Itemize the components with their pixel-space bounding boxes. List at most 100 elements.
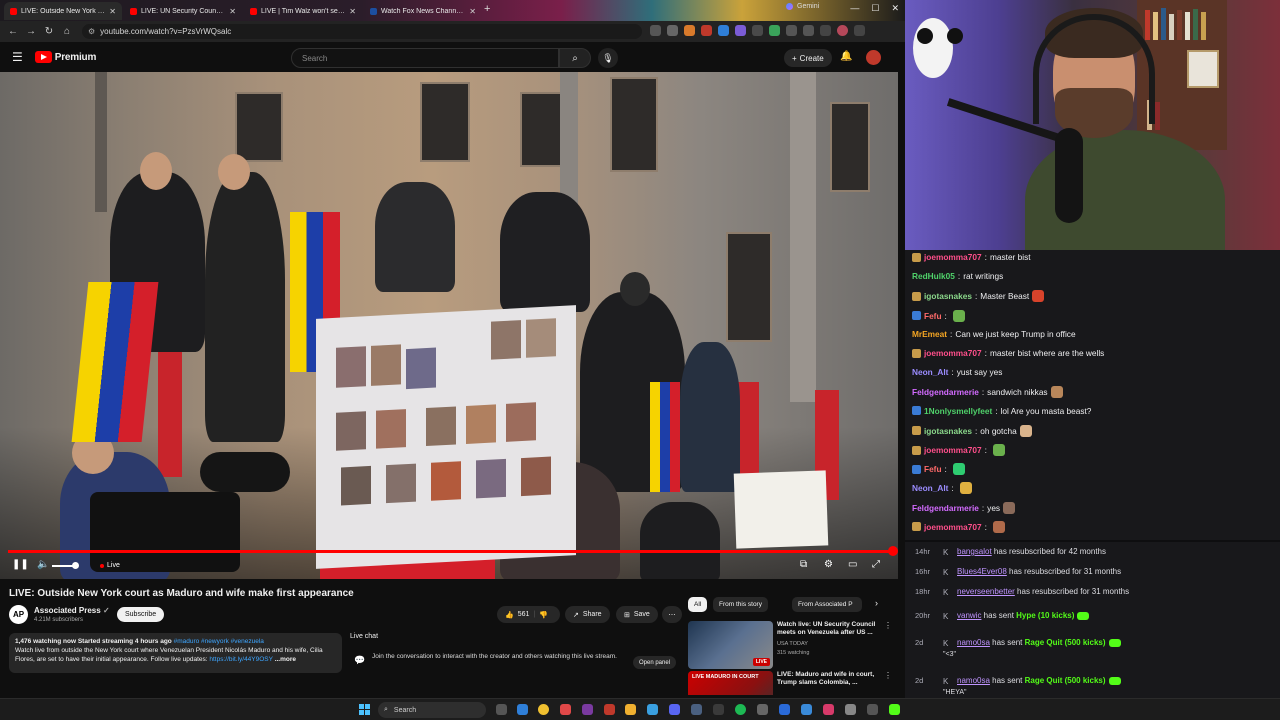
extension-icon[interactable] (718, 25, 729, 36)
edge-icon[interactable] (517, 704, 528, 715)
app-icon[interactable] (845, 704, 856, 715)
voice-search-button[interactable]: 🎙 (598, 48, 618, 68)
app-icon[interactable] (757, 704, 768, 715)
event-username[interactable]: bangsalot (957, 547, 992, 556)
chat-username[interactable]: joemomma707 (924, 252, 982, 262)
discord-icon[interactable] (669, 704, 680, 715)
extension-icon[interactable] (752, 25, 763, 36)
theater-mode-icon[interactable]: ▭ (848, 559, 857, 570)
channel-avatar[interactable]: AP (9, 605, 28, 624)
event-username[interactable]: namo0sa (957, 638, 990, 647)
sidebar-icon[interactable] (803, 25, 814, 36)
new-tab-icon[interactable]: + (484, 3, 490, 15)
windows-start-icon[interactable] (359, 704, 370, 715)
tab-1[interactable]: LIVE: Outside New York cou ✕ (4, 2, 122, 20)
minimize-icon[interactable]: — (850, 3, 859, 14)
tab-4[interactable]: Watch Fox News Channel O ✕ (364, 2, 482, 20)
cast-icon[interactable] (650, 25, 661, 36)
recommendation-title[interactable]: LIVE: Maduro and wife in court, Trump sl… (777, 671, 882, 687)
file-explorer-icon[interactable] (625, 704, 636, 715)
taskbar-search[interactable]: ⌕ Search (378, 702, 486, 718)
event-username[interactable]: Blues4Ever08 (957, 567, 1007, 576)
extension-icon[interactable] (735, 25, 746, 36)
chat-username[interactable]: igotasnakes (924, 426, 972, 436)
app-icon[interactable] (647, 704, 658, 715)
task-view-icon[interactable] (496, 704, 507, 715)
chat-username[interactable]: Feldgendarmerie (912, 503, 979, 513)
extension-icon[interactable] (684, 25, 695, 36)
youtube-logo[interactable]: Premium (34, 51, 96, 63)
chat-username[interactable]: igotasnakes (924, 291, 972, 301)
recommendation-thumbnail[interactable]: LIVE MADURO IN COURT (688, 671, 773, 695)
chat-username[interactable]: Neon_Alt (912, 367, 948, 377)
dislike-icon[interactable]: 👎 (539, 611, 548, 619)
recommendation-item[interactable]: LIVE Watch live: UN Security Council mee… (688, 621, 898, 669)
account-avatar[interactable] (866, 50, 881, 65)
maximize-icon[interactable]: ☐ (871, 3, 879, 14)
chip-all[interactable]: All (688, 597, 708, 612)
search-button[interactable]: ⌕ (559, 48, 591, 68)
app-icon[interactable] (582, 704, 593, 715)
chat-username[interactable]: Feldgendarmerie (912, 387, 979, 397)
extension-icon[interactable] (769, 25, 780, 36)
close-tab-icon[interactable]: ✕ (225, 7, 236, 16)
chat-username[interactable]: joemomma707 (924, 445, 982, 455)
notifications-icon[interactable]: 🔔 (840, 51, 852, 62)
more-actions-button[interactable]: ⋯ (662, 606, 682, 623)
chat-username[interactable]: 1Nonlysmellyfeet (924, 406, 992, 416)
chrome-icon[interactable] (538, 704, 549, 715)
app-icon[interactable] (779, 704, 790, 715)
video-player[interactable]: ❚❚ 🔈 Live ⧉ ⚙ ▭ ⤢ (0, 72, 898, 579)
site-info-icon[interactable]: ⚙ (88, 27, 95, 36)
profile-icon[interactable] (837, 25, 848, 36)
app-icon[interactable] (823, 704, 834, 715)
show-more-link[interactable]: ...more (275, 656, 296, 663)
chat-username[interactable]: Fefu (924, 464, 942, 474)
description-box[interactable]: 1,476 watching now Started streaming 4 h… (9, 633, 342, 673)
menu-icon[interactable]: ☰ (12, 50, 23, 64)
url-field[interactable]: ⚙ youtube.com/watch?v=PzsVrWQsalc (82, 24, 642, 39)
fullscreen-icon[interactable]: ⤢ (872, 559, 880, 570)
tab-3[interactable]: LIVE | Tim Walz won't seek ree ✕ (244, 2, 362, 20)
app-icon[interactable] (560, 704, 571, 715)
volume-icon[interactable]: 🔈 (37, 559, 49, 570)
captions-icon[interactable]: ⧉ (800, 559, 807, 570)
more-vertical-icon[interactable]: ⋮ (884, 671, 892, 680)
event-username[interactable]: namo0sa (957, 676, 990, 685)
subscribe-button[interactable]: Subscribe (117, 607, 165, 622)
back-icon[interactable]: ← (4, 26, 22, 37)
share-button[interactable]: ↗ Share (565, 606, 610, 623)
recommendation-title[interactable]: Watch live: UN Security Council meets on… (777, 621, 882, 637)
description-link[interactable]: https://bit.ly/44Y9OSY (209, 656, 272, 663)
obs-icon[interactable] (713, 704, 724, 715)
tab-2[interactable]: LIVE: UN Security Council hold ✕ (124, 2, 242, 20)
like-icon[interactable]: 👍 (505, 611, 514, 619)
save-button[interactable]: ⊞ Save (616, 606, 658, 623)
chevron-right-icon[interactable]: › (875, 598, 878, 608)
app-icon[interactable] (604, 704, 615, 715)
event-username[interactable]: neverseenbetter (957, 587, 1015, 596)
progress-scrubber[interactable] (888, 546, 898, 556)
close-tab-icon[interactable]: ✕ (345, 7, 356, 16)
progress-bar[interactable] (8, 550, 894, 553)
chat-username[interactable]: Fefu (924, 311, 942, 321)
chat-username[interactable]: RedHulk05 (912, 271, 955, 281)
spotify-icon[interactable] (735, 704, 746, 715)
close-tab-icon[interactable]: ✕ (105, 7, 116, 16)
volume-knob[interactable] (72, 562, 79, 569)
create-button[interactable]: + Create (784, 49, 832, 67)
chat-username[interactable]: joemomma707 (924, 522, 982, 532)
recommendation-channel[interactable]: USA TODAY (777, 641, 808, 647)
download-icon[interactable] (820, 25, 831, 36)
pause-icon[interactable]: ❚❚ (12, 559, 29, 570)
gemini-tab[interactable]: Gemini (786, 3, 819, 10)
puzzle-icon[interactable] (786, 25, 797, 36)
close-tab-icon[interactable]: ✕ (465, 7, 476, 16)
forward-icon[interactable]: → (22, 26, 40, 37)
close-window-icon[interactable]: ✕ (891, 3, 899, 14)
bookmark-star-icon[interactable] (667, 25, 678, 36)
channel-name[interactable]: Associated Press ✓ (34, 606, 110, 615)
extension-icon[interactable] (701, 25, 712, 36)
description-tags[interactable]: #maduro #newyork #venezuela (174, 638, 264, 645)
chat-username[interactable]: MrEmeat (912, 329, 947, 339)
